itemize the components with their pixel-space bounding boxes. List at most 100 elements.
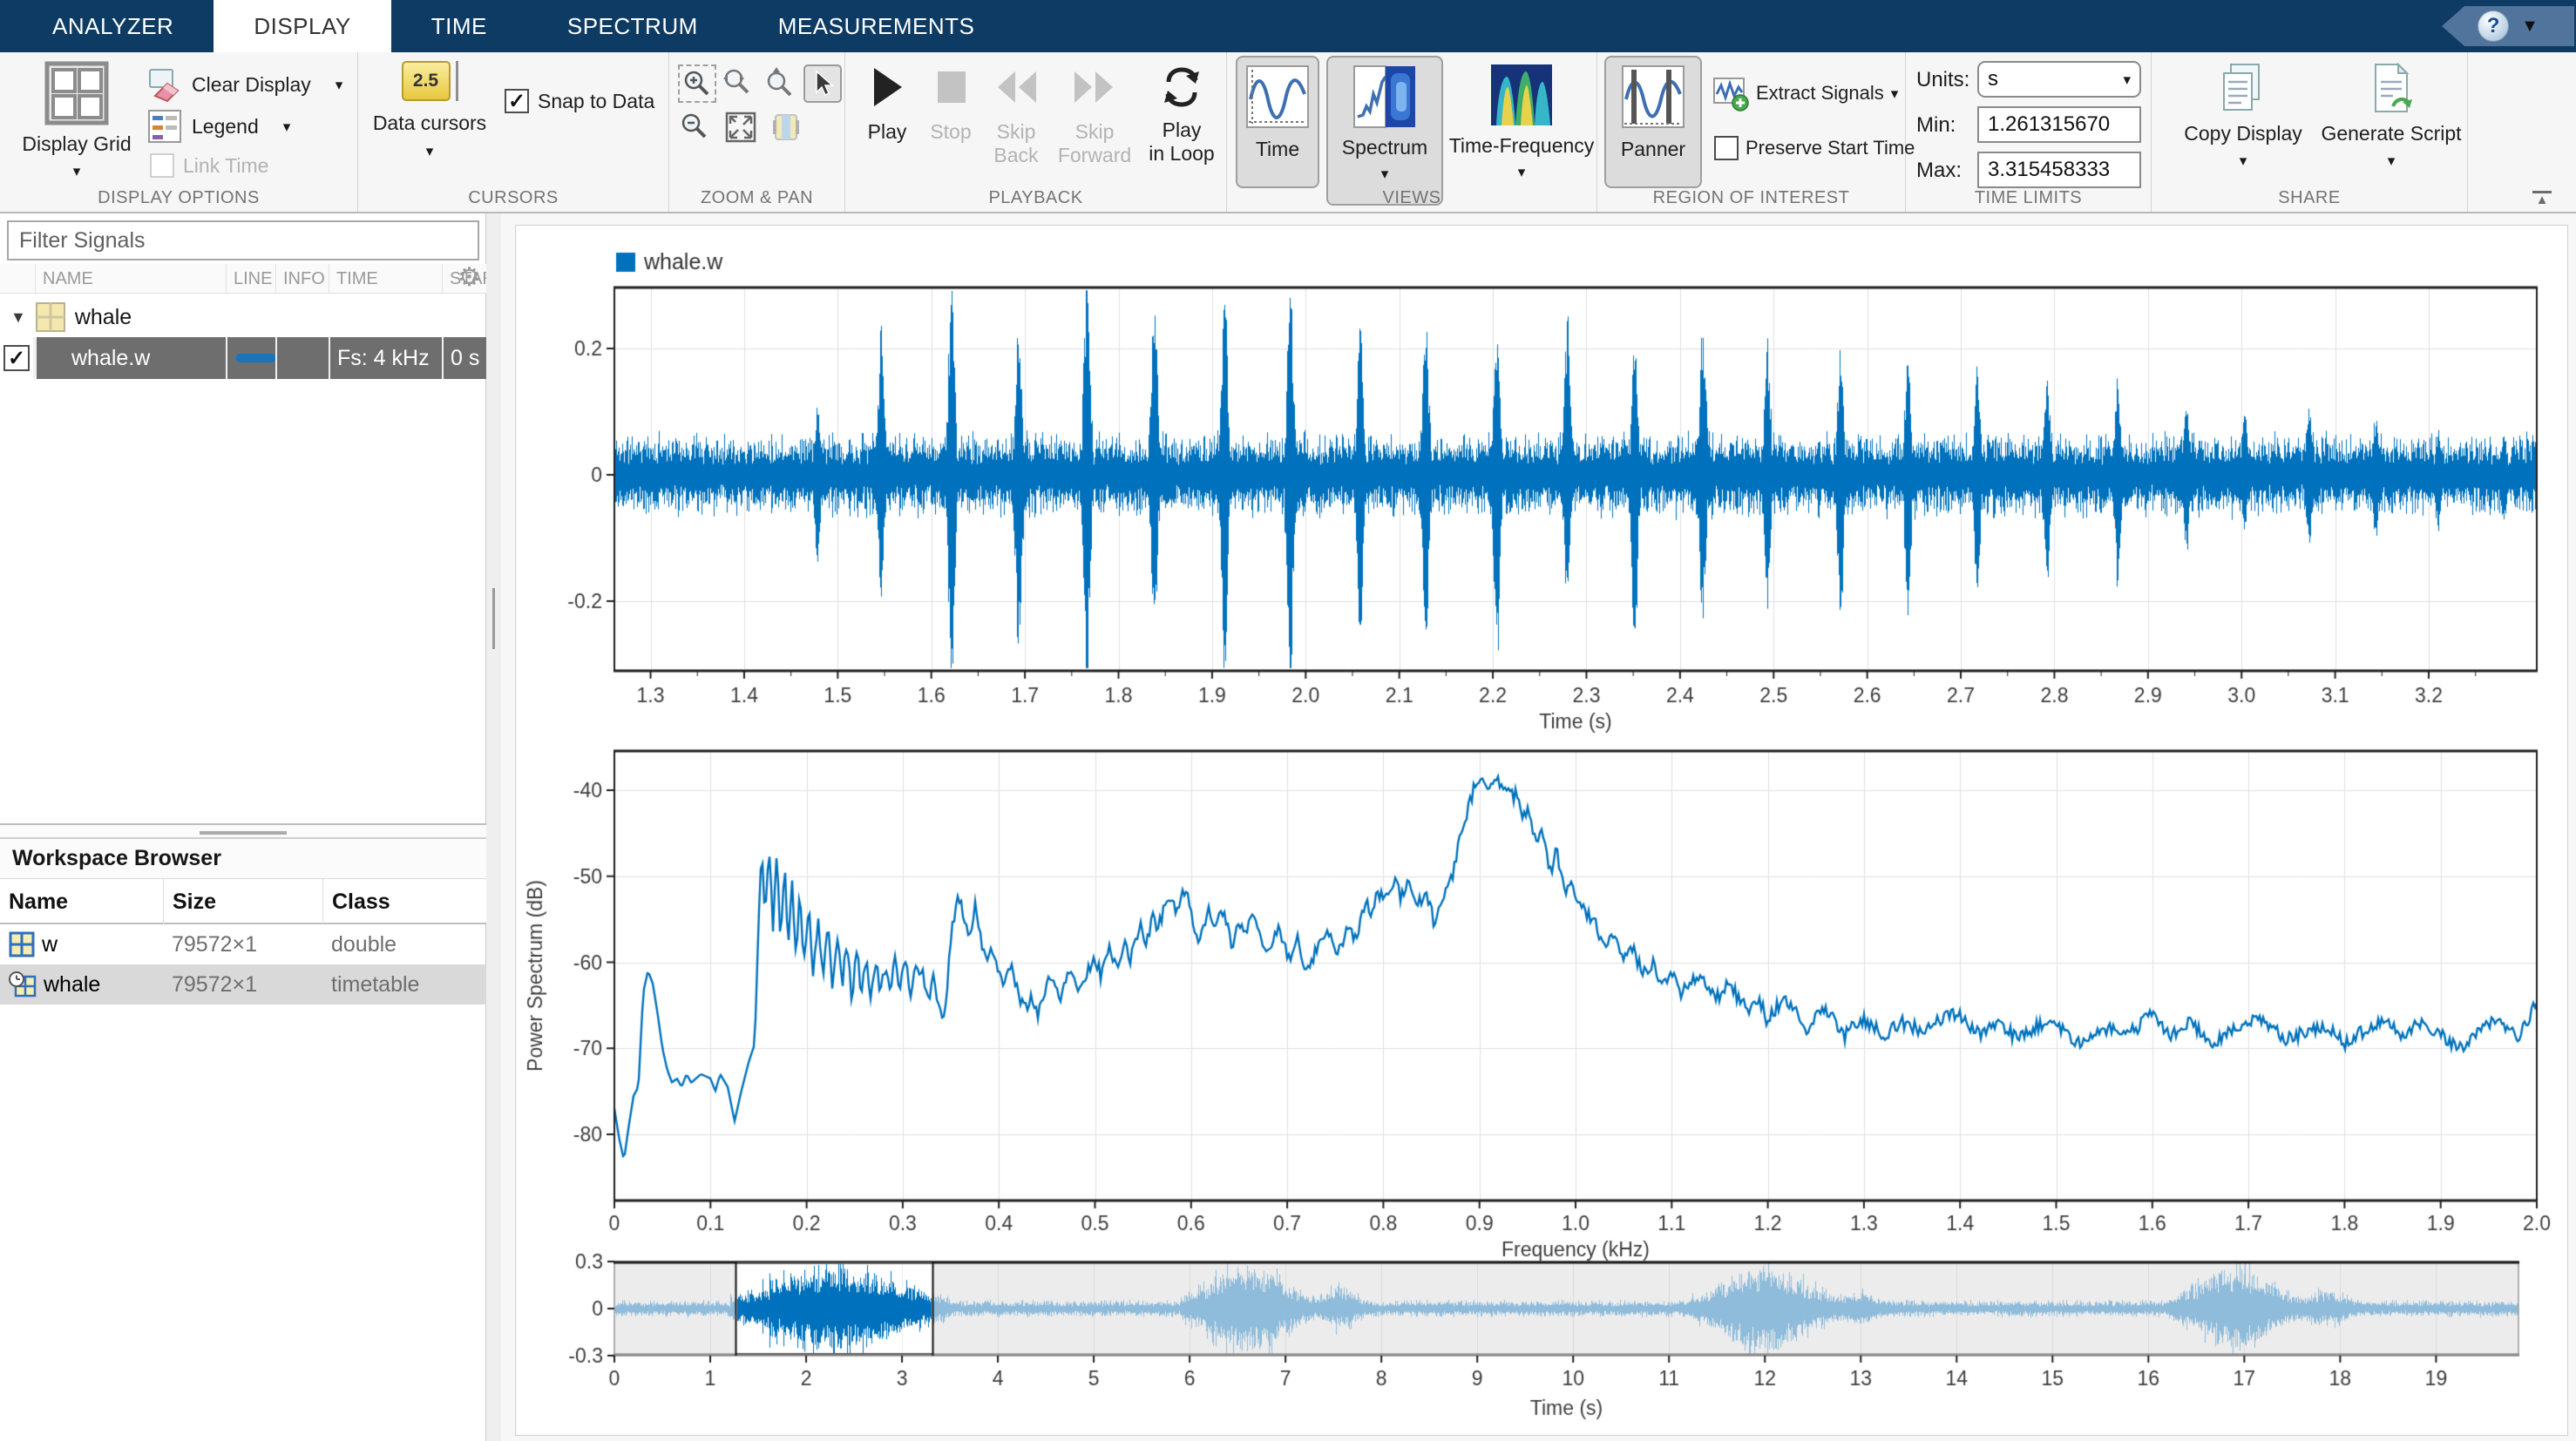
display-grid-button[interactable]: Display Grid ▾ [19,61,134,179]
stop-button[interactable]: Stop [922,64,980,144]
skip-back-button[interactable]: Skip Back [983,64,1049,167]
tab-time[interactable]: TIME [391,0,527,52]
workspace-browser-title: Workspace Browser [0,839,486,879]
horizontal-panel-splitter[interactable] [0,823,486,839]
data-cursors-label: Data cursors [373,112,486,135]
workspace-var-class: double [322,924,486,964]
link-time-checkbox[interactable]: ✓ Link Time [150,153,268,178]
help-dropdown-caret[interactable]: ▼ [2521,17,2539,37]
signal-table-panel: NAME LINE INFO TIME START ⚙ ▼ whale ✓ wh… [0,213,486,1441]
min-label: Min: [1916,113,1956,138]
workspace-row-whale[interactable]: whale 79572×1 timetable [0,964,486,1005]
tab-bar: ANALYZER DISPLAY TIME SPECTRUM MEASUREME… [0,0,2576,52]
spectrum-view-icon [1352,64,1417,129]
pointer-tool-icon[interactable] [803,64,842,103]
column-header-time[interactable]: TIME [329,264,442,294]
column-header-name[interactable]: NAME [35,264,226,294]
skip-forward-label-2: Forward [1058,144,1131,167]
extract-signals-icon [1712,75,1749,112]
workspace-var-size: 79572×1 [163,964,322,1005]
panner-toggle-label: Panner [1621,138,1685,161]
panner-toggle-button[interactable]: Panner [1604,56,1702,188]
help-icon[interactable]: ? [2478,10,2509,42]
signal-row-whale-w[interactable]: ✓ whale.w Fs: 4 kHz 0 s [0,337,486,379]
skip-forward-button[interactable]: Skip Forward [1053,64,1136,167]
play-in-loop-label-1: Play [1163,118,1202,142]
workspace-column-size[interactable]: Size [163,879,322,924]
units-select-caret: ▾ [2123,72,2131,87]
min-input[interactable] [1988,108,2131,141]
section-display-options: Display Grid ▾ Clear Display ▾ Legend ▾ … [0,52,358,212]
preserve-start-time-checkbox[interactable]: ✓ Preserve Start Time [1714,136,1915,160]
snap-to-data-checkbox-box: ✓ [505,89,529,113]
spectrum-view-button[interactable]: Spectrum ▾ [1326,56,1443,206]
time-view-label: Time [1256,138,1299,161]
ribbon-toolstrip: Display Grid ▾ Clear Display ▾ Legend ▾ … [0,52,2576,213]
zoom-in-icon[interactable] [678,64,716,103]
time-view-icon [1245,64,1310,129]
tab-analyzer[interactable]: ANALYZER [12,0,214,52]
section-label-playback: PLAYBACK [845,188,1226,208]
max-label: Max: [1916,159,1962,183]
tab-measurements[interactable]: MEASUREMENTS [738,0,1015,52]
stop-icon [931,64,971,110]
collapse-ribbon-icon[interactable]: ▲ [2532,191,2552,205]
units-label: Units: [1916,68,1969,92]
section-label-zoom-pan: ZOOM & PAN [669,188,844,208]
units-select[interactable]: s ▾ [1977,61,2141,98]
legend-caret[interactable]: ▾ [283,119,291,134]
section-zoom-pan: ZOOM & PAN [669,52,845,212]
section-label-views: VIEWS [1227,188,1596,208]
column-header-info[interactable]: INFO [275,264,329,294]
link-time-checkbox-box: ✓ [150,153,174,178]
play-button[interactable]: Play [856,64,919,144]
signal-visible-checkbox[interactable]: ✓ [0,337,35,379]
workspace-row-w[interactable]: w 79572×1 double [0,924,486,964]
max-input[interactable] [1988,153,2131,186]
fit-to-view-icon[interactable] [723,110,762,148]
timetable-variable-icon [9,971,37,998]
group-collapse-caret-icon[interactable]: ▼ [10,308,26,327]
time-frequency-view-label: Time-Frequency [1449,134,1595,158]
workspace-column-class[interactable]: Class [322,879,486,924]
clear-display-button[interactable]: Clear Display ▾ [146,66,342,103]
table-settings-gear-icon[interactable]: ⚙ [458,262,481,293]
display-grid-label: Display Grid [22,132,131,156]
copy-display-caret: ▾ [2240,153,2247,168]
clear-display-label: Clear Display [192,73,311,97]
extract-signals-button[interactable]: Extract Signals ▾ [1712,75,1898,112]
zoom-x-icon[interactable] [720,64,758,103]
play-icon [867,64,907,110]
extract-signals-label: Extract Signals [1756,82,1884,105]
zoom-y-icon[interactable] [762,64,800,103]
timetable-group-icon [35,301,66,333]
clear-display-caret[interactable]: ▾ [336,78,343,92]
play-in-loop-button[interactable]: Play in Loop [1143,64,1220,166]
plots-canvas[interactable] [502,213,2576,1441]
time-view-button[interactable]: Time [1236,56,1319,188]
section-share: Copy Display ▾ Generate Script ▾ SHARE [2152,52,2468,212]
workspace-column-name[interactable]: Name [0,879,163,924]
preserve-start-time-checkbox-box: ✓ [1714,136,1739,160]
spectrum-view-label: Spectrum [1342,136,1427,159]
signal-group-row[interactable]: ▼ whale [0,297,486,337]
copy-display-button[interactable]: Copy Display ▾ [2178,61,2308,168]
generate-script-button[interactable]: Generate Script ▾ [2317,61,2465,168]
snap-to-data-checkbox[interactable]: ✓ Snap to Data [505,89,654,113]
pan-strip-icon[interactable] [769,110,807,148]
legend-button[interactable]: Legend ▾ [146,108,290,145]
workspace-var-size: 79572×1 [163,924,322,964]
filter-signals-input[interactable] [9,222,478,259]
data-cursors-button[interactable]: 2.5 Data cursors ▾ [374,61,485,159]
tab-spectrum[interactable]: SPECTRUM [527,0,738,52]
vertical-panel-splitter[interactable] [486,213,501,1441]
column-header-line[interactable]: LINE [226,264,275,294]
stop-label: Stop [930,120,971,144]
tab-display[interactable]: DISPLAY [214,0,390,52]
play-label: Play [868,120,907,144]
time-frequency-view-button[interactable]: Time-Frequency ▾ [1448,56,1595,206]
generate-script-caret: ▾ [2388,153,2396,168]
zoom-out-icon[interactable] [678,110,716,148]
data-cursors-caret: ▾ [426,144,434,159]
matrix-variable-icon [9,931,35,957]
